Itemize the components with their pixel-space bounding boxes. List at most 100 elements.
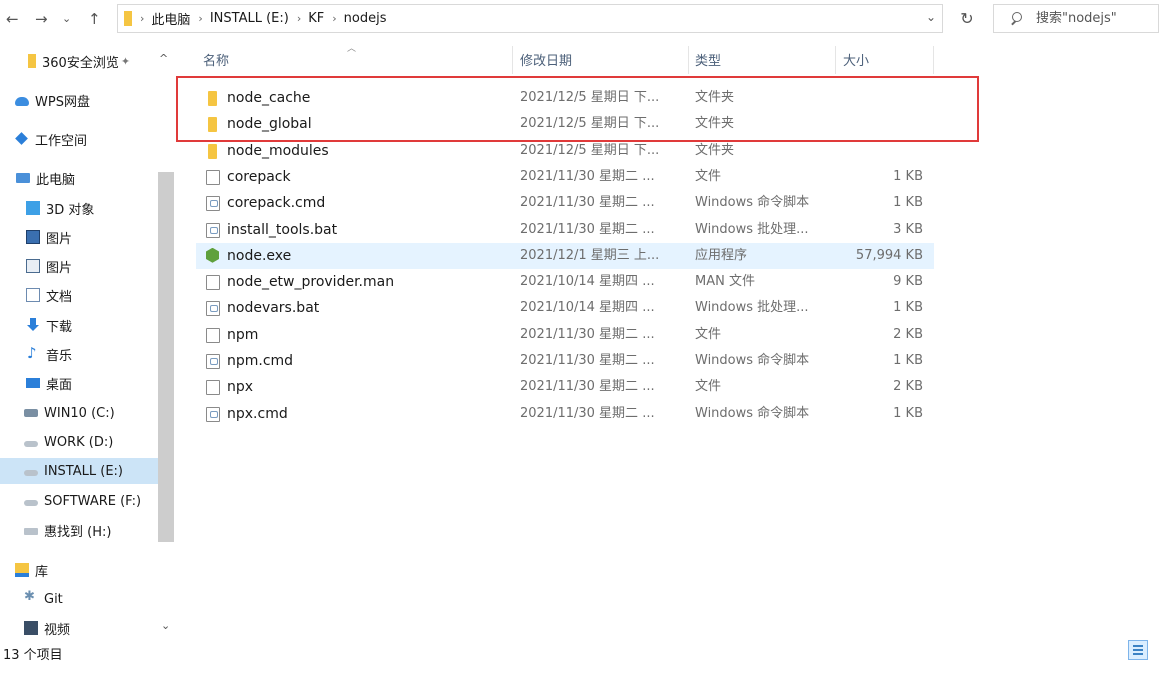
- column-header-name[interactable]: 名称: [203, 52, 229, 72]
- file-name: nodevars.bat: [227, 300, 320, 317]
- address-bar[interactable]: › 此电脑 › INSTALL (E:) › KF › nodejs ⌄: [117, 4, 943, 33]
- file-row[interactable]: npx 2021/11/30 星期二 ... 文件 2 KB: [196, 374, 934, 400]
- sidebar-item[interactable]: WORK (D:): [0, 429, 158, 455]
- sidebar-item[interactable]: SOFTWARE (F:): [0, 488, 158, 514]
- file-row[interactable]: node.exe 2021/12/1 星期三 上... 应用程序 57,994 KB: [196, 242, 934, 269]
- search-box[interactable]: [993, 4, 1159, 33]
- file-size: 1 KB: [893, 353, 923, 368]
- sidebar-item[interactable]: 3D 对象: [0, 195, 158, 221]
- column-header-date[interactable]: 修改日期: [520, 52, 572, 72]
- file-modified-date: 2021/10/14 星期四 ...: [520, 274, 655, 290]
- scroll-up-button[interactable]: ^: [159, 52, 168, 65]
- chevron-right-icon[interactable]: ›: [332, 12, 336, 25]
- file-type: 文件: [695, 379, 722, 395]
- file-row[interactable]: corepack 2021/11/30 星期二 ... 文件 1 KB: [196, 164, 934, 190]
- up-button[interactable]: ↑: [88, 9, 101, 29]
- arrow-up-icon: ↑: [88, 10, 101, 28]
- scroll-down-button[interactable]: ⌄: [161, 619, 170, 632]
- file-row[interactable]: node_etw_provider.man 2021/10/14 星期四 ... M…: [196, 269, 934, 295]
- sidebar-item-label: 图片: [46, 260, 73, 276]
- chevron-down-icon: ⌄: [62, 12, 72, 25]
- file-row[interactable]: install_tools.bat 2021/11/30 星期二 ... Windo…: [196, 217, 934, 243]
- file-name: npm: [227, 326, 259, 343]
- sidebar-item-label: 工作空间: [35, 133, 88, 149]
- sidebar-item[interactable]: 图片: [0, 224, 158, 250]
- sidebar-scrollbar-thumb[interactable]: [158, 172, 174, 542]
- forward-button[interactable]: →: [35, 9, 48, 29]
- file-name: npx: [227, 379, 254, 396]
- sidebar-item[interactable]: 下载: [0, 312, 158, 338]
- sidebar-item[interactable]: 音乐: [0, 341, 158, 367]
- column-divider[interactable]: [688, 46, 689, 74]
- column-header-size[interactable]: 大小: [843, 52, 869, 72]
- file-row[interactable]: corepack.cmd 2021/11/30 星期二 ... Windows 命令…: [196, 190, 934, 216]
- column-divider[interactable]: [933, 46, 934, 74]
- file-size: 9 KB: [893, 274, 923, 290]
- file-icon: [206, 275, 220, 291]
- sidebar-item[interactable]: 桌面: [0, 370, 158, 396]
- column-divider[interactable]: [512, 46, 513, 74]
- sidebar-item[interactable]: 工作空间: [0, 126, 158, 152]
- folder-icon: [208, 143, 217, 159]
- sidebar-item[interactable]: 视频: [0, 615, 158, 641]
- details-view-button[interactable]: [1128, 640, 1148, 660]
- column-header-type[interactable]: 类型: [695, 52, 721, 72]
- file-size: 3 KB: [893, 221, 923, 237]
- file-size: 1 KB: [893, 168, 923, 184]
- sidebar-item[interactable]: 图片: [0, 253, 158, 279]
- file-name: npx.cmd: [227, 405, 288, 422]
- sidebar-item[interactable]: INSTALL (E:): [0, 458, 158, 484]
- sidebar-item-label: WIN10 (C:): [44, 405, 115, 421]
- back-button[interactable]: ←: [6, 9, 19, 29]
- sidebar-item-label: 惠找到 (H:): [44, 524, 112, 540]
- sidebar-item[interactable]: WIN10 (C:): [0, 400, 158, 426]
- sidebar-item-label: Git: [44, 591, 63, 607]
- sidebar-item[interactable]: Git: [0, 586, 158, 612]
- desktop-icon: [26, 378, 40, 388]
- file-modified-date: 2021/10/14 星期四 ...: [520, 300, 655, 316]
- music-icon: [26, 344, 40, 362]
- address-history-dropdown[interactable]: ⌄: [926, 10, 936, 24]
- refresh-button[interactable]: ↻: [955, 4, 979, 33]
- sidebar-item[interactable]: 此电脑: [0, 165, 158, 191]
- breadcrumb-kf[interactable]: KF: [308, 11, 324, 26]
- document-icon: [26, 288, 40, 302]
- file-row[interactable]: npx.cmd 2021/11/30 星期二 ... Windows 命令脚本 1 K…: [196, 401, 934, 427]
- sidebar-item[interactable]: 库: [0, 557, 158, 583]
- sidebar-item-label: 360安全浏览: [42, 55, 119, 71]
- breadcrumb-this-pc[interactable]: 此电脑: [151, 9, 190, 28]
- file-row[interactable]: npm 2021/11/30 星期二 ... 文件 2 KB: [196, 322, 934, 348]
- drive-icon: [24, 441, 38, 447]
- file-type: Windows 批处理...: [695, 300, 809, 316]
- sidebar-item[interactable]: WPS网盘: [0, 87, 158, 113]
- breadcrumb-install-drive[interactable]: INSTALL (E:): [210, 11, 289, 26]
- recent-locations-button[interactable]: ⌄: [62, 9, 71, 29]
- drive-icon: [24, 500, 38, 506]
- file-row[interactable]: npm.cmd 2021/11/30 星期二 ... Windows 命令脚本 1 K…: [196, 348, 934, 374]
- file-name: corepack: [227, 168, 291, 185]
- script-icon: [206, 196, 220, 212]
- sort-ascending-icon: ︿: [347, 44, 357, 54]
- file-name: node.exe: [227, 247, 292, 264]
- search-input[interactable]: [1034, 10, 1158, 27]
- sidebar-item-label: 图片: [46, 231, 73, 247]
- computer-icon: [16, 173, 30, 183]
- file-type: 应用程序: [695, 247, 748, 263]
- file-size: 1 KB: [893, 405, 923, 421]
- sidebar-item-label: WPS网盘: [35, 94, 90, 110]
- file-name: npm.cmd: [227, 353, 294, 369]
- file-size: 1 KB: [893, 300, 923, 316]
- column-divider[interactable]: [835, 46, 836, 74]
- breadcrumb-nodejs[interactable]: nodejs: [344, 11, 387, 26]
- chevron-right-icon[interactable]: ›: [198, 12, 202, 25]
- file-type: Windows 命令脚本: [695, 405, 810, 421]
- video-icon: [24, 621, 38, 635]
- chevron-right-icon[interactable]: ›: [297, 12, 301, 25]
- file-row[interactable]: nodevars.bat 2021/10/14 星期四 ... Windows 批处…: [196, 295, 934, 321]
- file-icon: [206, 380, 220, 396]
- sidebar-item[interactable]: 惠找到 (H:): [0, 517, 158, 543]
- sidebar-item[interactable]: 360安全浏览 ✦: [0, 48, 158, 74]
- cloud-icon: [15, 97, 29, 106]
- sidebar-item[interactable]: 文档: [0, 282, 158, 308]
- file-type: 文件: [695, 326, 722, 342]
